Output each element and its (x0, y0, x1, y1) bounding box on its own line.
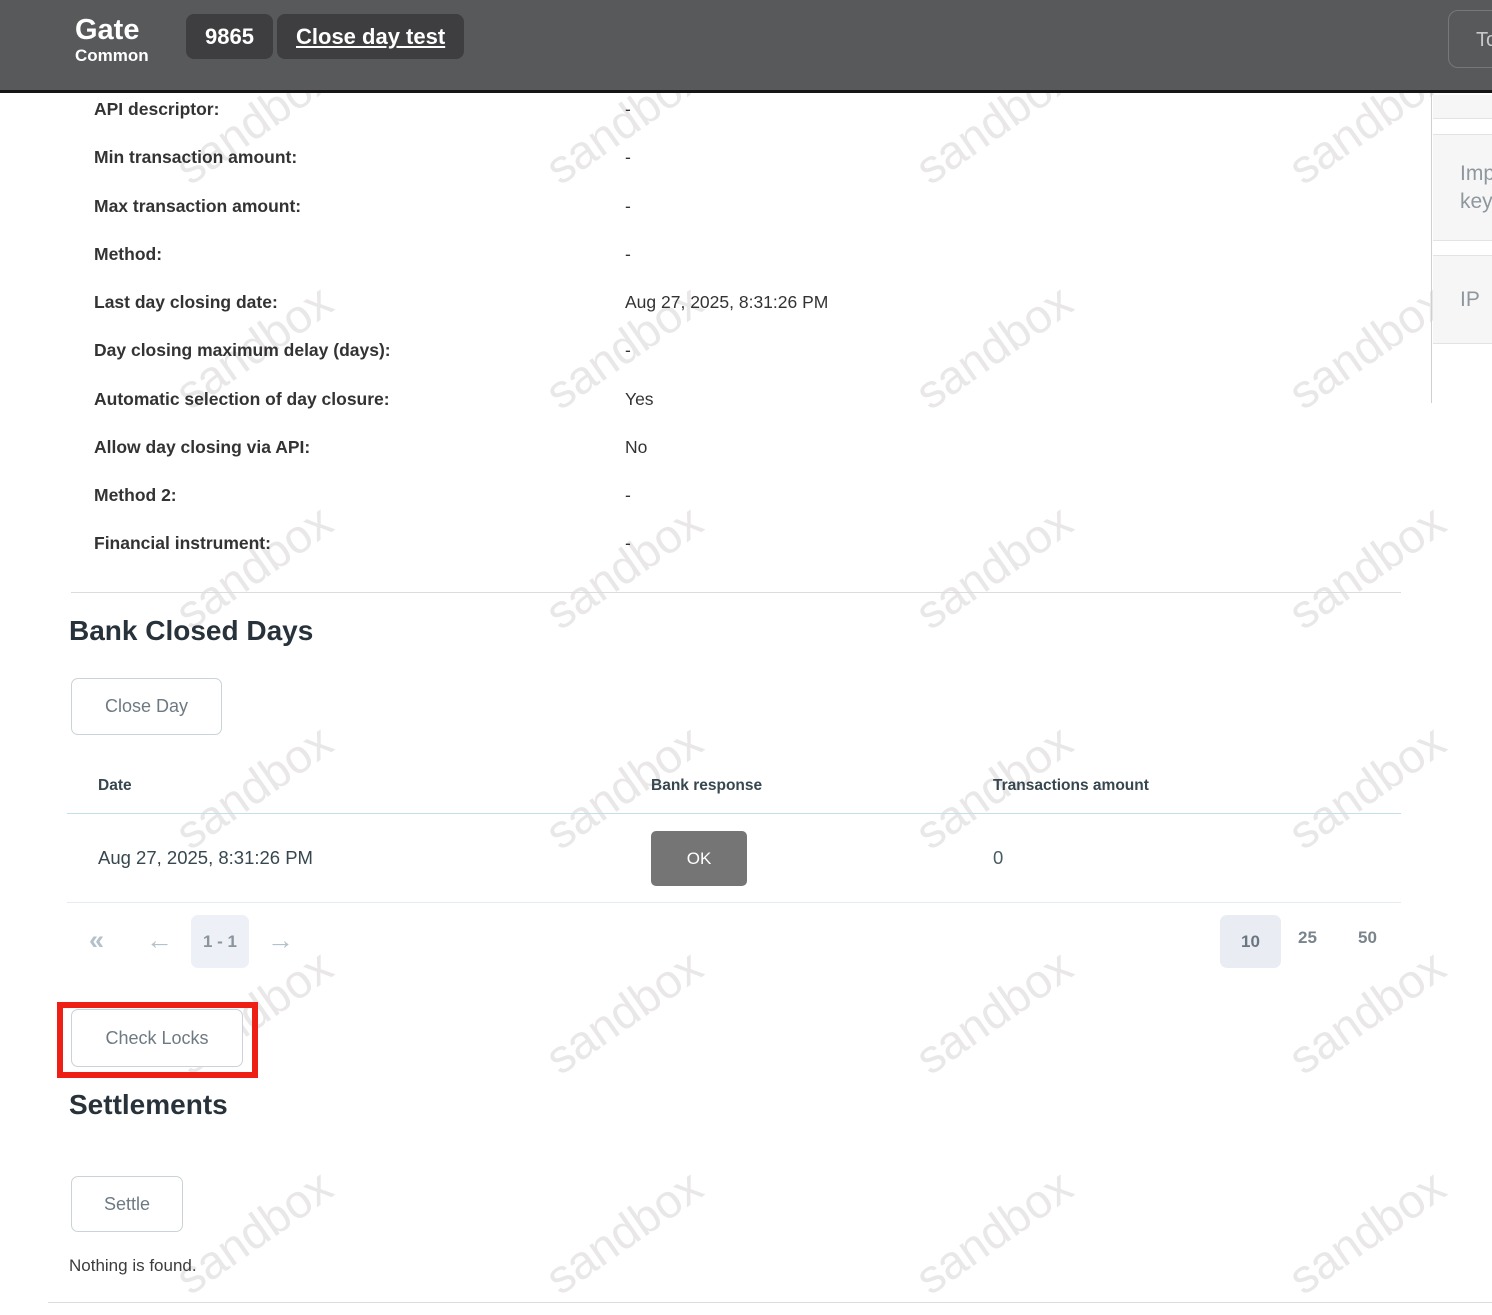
field-row: API descriptor: - (0, 99, 1400, 121)
field-value: - (625, 485, 631, 506)
field-label: Allow day closing via API: (94, 437, 310, 458)
app-brand: Gate Common (75, 14, 149, 66)
bank-closed-days-title: Bank Closed Days (69, 615, 313, 647)
table-row-divider (67, 902, 1401, 903)
column-header-date: Date (98, 777, 132, 795)
app-header: Gate Common 9865 Close day test To (0, 0, 1492, 93)
field-row: Last day closing date: Aug 27, 2025, 8:31… (0, 292, 1400, 314)
field-value: - (625, 533, 631, 554)
app-title: Gate (75, 14, 149, 46)
field-row: Automatic selection of day closure: Yes (0, 389, 1400, 411)
close-day-button[interactable]: Close Day (71, 678, 222, 735)
field-value: Aug 27, 2025, 8:31:26 PM (625, 292, 828, 313)
field-label: API descriptor: (94, 99, 219, 120)
cell-transactions-amount: 0 (993, 847, 1003, 869)
field-value: - (625, 147, 631, 168)
check-locks-button[interactable]: Check Locks (71, 1009, 243, 1067)
empty-result-text: Nothing is found. (69, 1256, 197, 1276)
field-label: Financial instrument: (94, 533, 271, 554)
header-right-button[interactable]: To (1448, 10, 1492, 68)
sidebar-panel-top (1433, 95, 1492, 119)
gate-name-link[interactable]: Close day test (277, 14, 464, 59)
field-row: Method: - (0, 244, 1400, 266)
field-value: - (625, 340, 631, 361)
field-value: - (625, 244, 631, 265)
gate-id-badge: 9865 (186, 14, 273, 59)
pagination-next-icon[interactable]: → (267, 925, 294, 956)
field-value: - (625, 99, 631, 120)
field-label: Automatic selection of day closure: (94, 389, 390, 410)
field-label: Method: (94, 244, 162, 265)
field-value: - (625, 196, 631, 217)
field-row: Financial instrument: - (0, 533, 1400, 555)
settlements-title: Settlements (69, 1089, 228, 1121)
field-row: Day closing maximum delay (days): - (0, 340, 1400, 362)
pagination-first-icon[interactable]: « (89, 925, 104, 956)
field-row: Method 2: - (0, 485, 1400, 507)
field-label: Min transaction amount: (94, 147, 297, 168)
field-row: Max transaction amount: - (0, 196, 1400, 218)
sidebar-item-ip[interactable]: IP (1433, 255, 1492, 344)
page-size-option-50[interactable]: 50 (1358, 928, 1377, 948)
page: sandboxsandboxsandboxsandboxsandboxsandb… (0, 0, 1492, 1315)
table-header-divider (67, 813, 1401, 814)
main-content: API descriptor: - Min transaction amount:… (0, 0, 1492, 1315)
bottom-divider (48, 1302, 1492, 1303)
app-subtitle: Common (75, 46, 149, 66)
column-header-transactions-amount: Transactions amount (993, 777, 1149, 795)
bank-response-badge: OK (651, 831, 747, 886)
settle-button[interactable]: Settle (71, 1176, 183, 1232)
column-header-bank-response: Bank response (651, 777, 762, 795)
field-value: Yes (625, 389, 654, 410)
pagination-prev-icon[interactable]: ← (146, 925, 173, 956)
section-divider (71, 592, 1401, 593)
field-label: Day closing maximum delay (days): (94, 340, 391, 361)
field-row: Min transaction amount: - (0, 147, 1400, 169)
field-label: Last day closing date: (94, 292, 278, 313)
field-row: Allow day closing via API: No (0, 437, 1400, 459)
field-label: Max transaction amount: (94, 196, 301, 217)
field-value: No (625, 437, 647, 458)
cell-date: Aug 27, 2025, 8:31:26 PM (98, 847, 313, 869)
right-sidebar: Imp key IP (1431, 93, 1492, 403)
page-size-option-25[interactable]: 25 (1298, 928, 1317, 948)
sidebar-item-import-key[interactable]: Imp key (1433, 134, 1492, 241)
page-size-option-10[interactable]: 10 (1220, 915, 1281, 968)
pagination-range: 1 - 1 (191, 915, 249, 968)
field-label: Method 2: (94, 485, 177, 506)
